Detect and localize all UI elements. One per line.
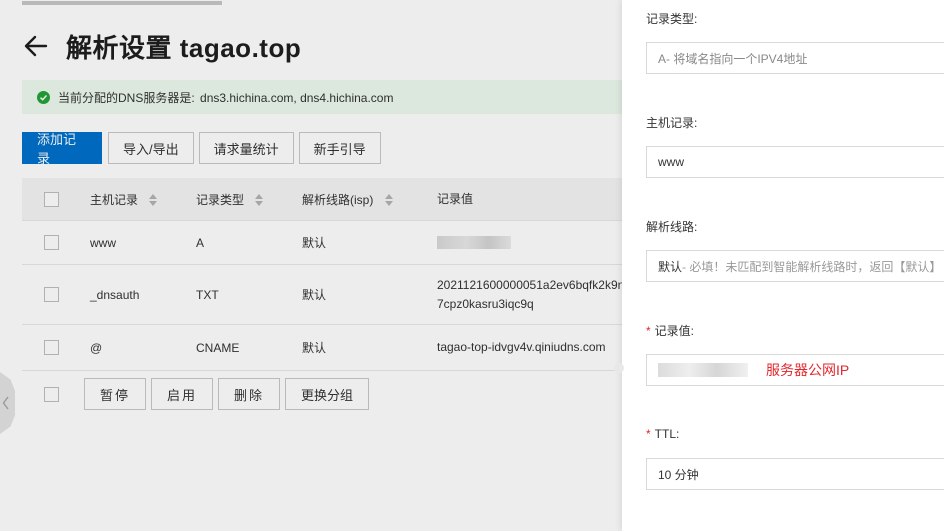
required-marker: * [646,324,651,338]
ttl-label: TTL: [654,427,680,441]
drawer-edge-handle [614,363,624,373]
chevron-left-icon [2,396,9,410]
record-value-input[interactable]: 服务器公网IP [646,354,944,386]
resolution-line-hint: - 必填！未匹配到智能解析线路时，返回【默认】 [682,259,942,274]
ttl-label-row: * TTL: [646,427,679,441]
dns-settings-page: 解析设置 tagao.top 当前分配的DNS服务器是: dns3.hichin… [0,0,622,531]
required-marker: * [646,427,651,441]
host-record-label: 主机记录: [646,116,698,130]
resolution-line-label: 解析线路: [646,220,698,234]
record-type-label: 记录类型: [646,12,698,26]
ttl-select[interactable]: 10 分钟 [646,458,944,490]
record-value-label-row: * 记录值: [646,322,694,339]
resolution-line-value: 默认 [658,259,683,274]
record-type-select[interactable]: A- 将域名指向一个IPV4地址 [646,42,944,74]
resolution-line-select[interactable]: 默认 - 必填！未匹配到智能解析线路时，返回【默认】 [646,250,944,282]
host-record-input[interactable]: www [646,146,944,178]
modal-overlay[interactable] [0,0,622,531]
record-value-label: 记录值: [654,324,695,338]
add-record-drawer: 记录类型: A- 将域名指向一个IPV4地址 主机记录: www 解析线路: 默… [614,0,944,531]
redacted-ip-input [658,363,748,377]
server-public-ip-annotation: 服务器公网IP [766,362,850,378]
